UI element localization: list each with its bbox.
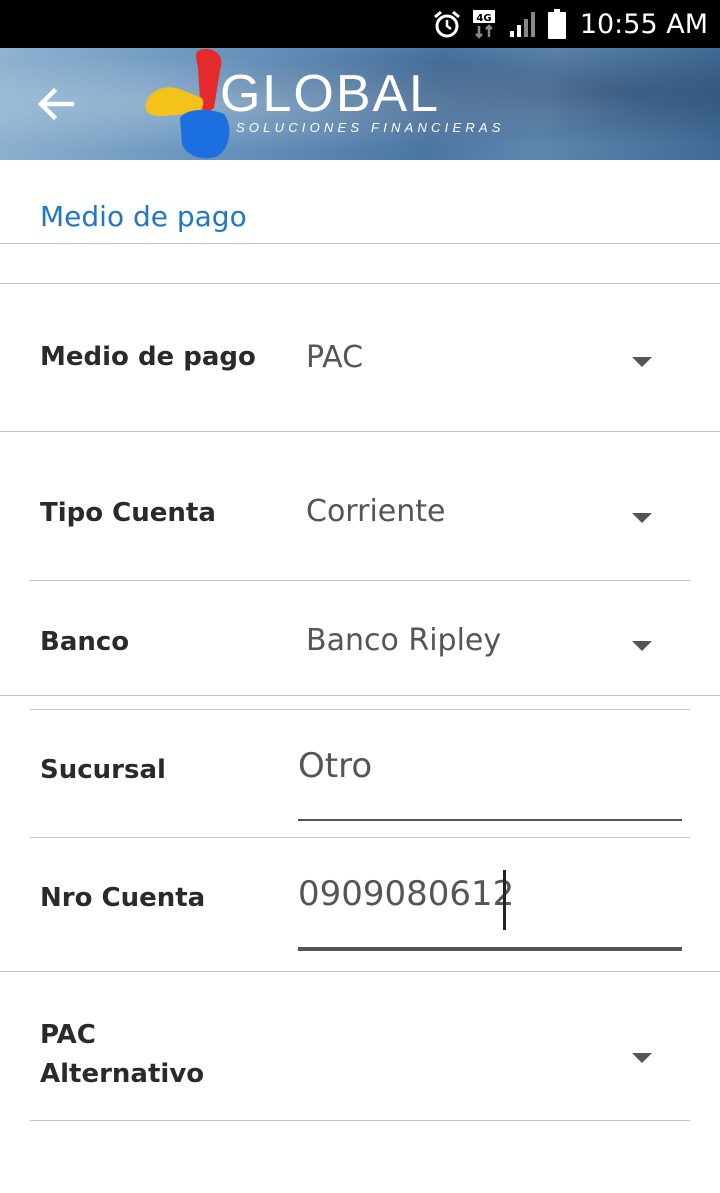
banco-label: Banco xyxy=(40,627,130,657)
medio-pago-value: PAC xyxy=(306,340,364,375)
nro-cuenta-input[interactable]: 0909080612 xyxy=(298,874,514,914)
pac-alternativo-label-line2: Alternativo xyxy=(40,1059,205,1089)
status-bar: 4G 10:55 AM xyxy=(0,0,720,48)
nro-cuenta-input-underline xyxy=(298,947,682,951)
alarm-icon xyxy=(433,10,460,38)
divider xyxy=(0,243,720,244)
sucursal-label: Sucursal xyxy=(40,755,166,785)
tipo-cuenta-value: Corriente xyxy=(306,494,446,529)
medio-pago-select[interactable]: Medio de pago PAC xyxy=(0,284,720,431)
banco-value: Banco Ripley xyxy=(306,623,502,658)
section-title: Medio de pago xyxy=(40,200,247,233)
pac-alternativo-select[interactable]: PAC Alternativo xyxy=(0,972,720,1120)
tipo-cuenta-select[interactable]: Tipo Cuenta Corriente xyxy=(0,432,720,580)
logo-tagline: SOLUCIONES FINANCIERAS xyxy=(236,120,505,135)
chevron-down-icon[interactable] xyxy=(632,641,652,651)
chevron-down-icon[interactable] xyxy=(632,513,652,523)
text-cursor xyxy=(503,870,506,930)
chevron-down-icon[interactable] xyxy=(632,357,652,367)
banco-select[interactable]: Banco Banco Ripley xyxy=(0,581,720,695)
status-time: 10:55 AM xyxy=(579,8,708,40)
sucursal-input-underline xyxy=(298,819,682,821)
4g-data-icon: 4G xyxy=(472,10,495,39)
divider xyxy=(0,695,720,696)
svg-text:4G: 4G xyxy=(476,13,491,24)
tipo-cuenta-label: Tipo Cuenta xyxy=(40,498,216,528)
logo-wordmark: GLOBAL xyxy=(220,65,441,123)
pac-alternativo-label-line1: PAC xyxy=(40,1020,96,1050)
signal-icon xyxy=(509,12,535,37)
battery-icon xyxy=(547,9,566,39)
chevron-down-icon[interactable] xyxy=(632,1053,652,1063)
divider xyxy=(30,1120,690,1121)
divider xyxy=(30,709,690,710)
arrow-left-icon[interactable] xyxy=(30,82,80,126)
nro-cuenta-label: Nro Cuenta xyxy=(40,883,206,913)
app-header: GLOBAL SOLUCIONES FINANCIERAS xyxy=(0,48,720,160)
medio-pago-label: Medio de pago xyxy=(40,342,256,372)
sucursal-input[interactable]: Otro xyxy=(298,746,372,786)
divider xyxy=(30,837,690,838)
